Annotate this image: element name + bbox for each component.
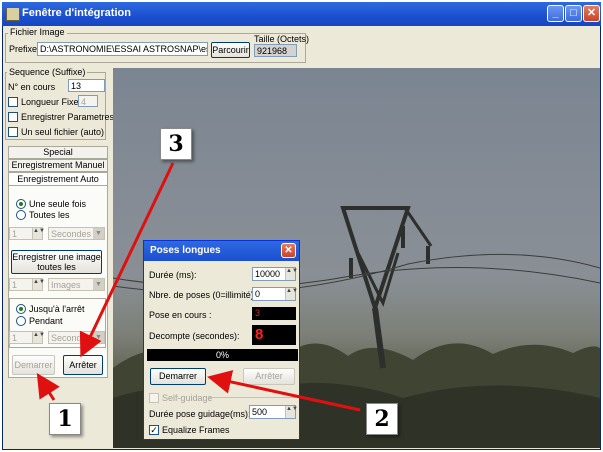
callout-3: 3 xyxy=(160,128,192,160)
callout-1: 1 xyxy=(49,403,81,435)
annotation-arrows xyxy=(36,162,361,412)
arrow-2 xyxy=(207,370,361,412)
arrow-1 xyxy=(36,372,60,401)
arrow-3 xyxy=(79,162,175,358)
callout-2: 2 xyxy=(366,403,398,435)
